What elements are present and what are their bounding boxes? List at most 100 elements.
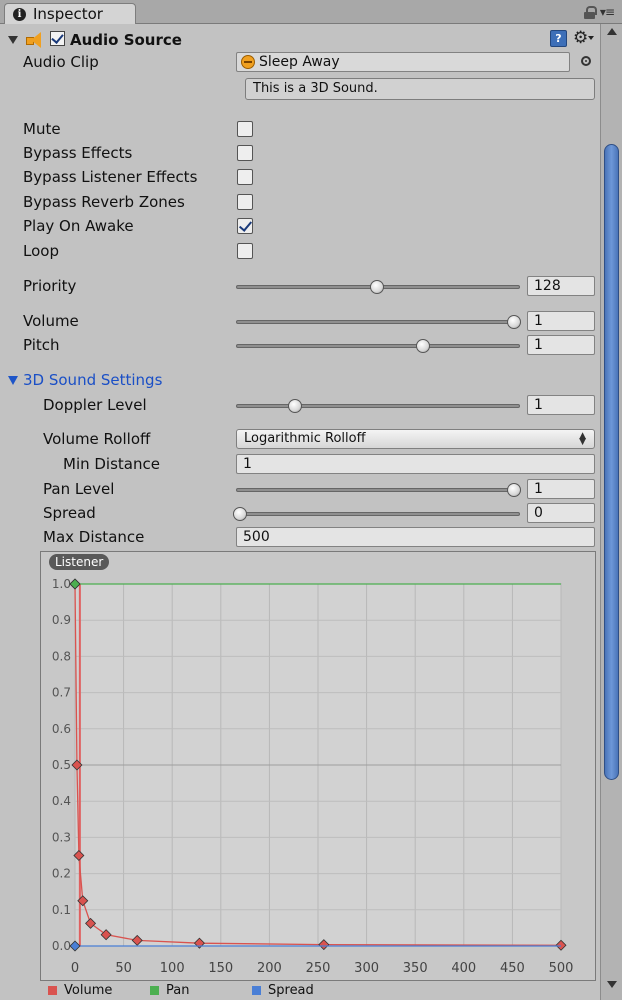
pan-level-row: Pan Level 1 [0, 478, 600, 500]
speaker-icon [26, 32, 42, 48]
y-tick-label: 0.1 [52, 903, 71, 917]
pitch-field[interactable]: 1 [527, 335, 595, 355]
toggle-checkbox[interactable] [237, 145, 253, 161]
pan-level-slider-track[interactable] [236, 488, 520, 492]
panel-menu-icon[interactable]: ▾≡ [600, 5, 615, 19]
toggle-label: Bypass Reverb Zones [23, 193, 185, 211]
y-tick-label: 0.4 [52, 794, 71, 808]
doppler-slider-thumb[interactable] [287, 399, 302, 413]
rolloff-dropdown[interactable]: Logarithmic Rolloff ▲ ▼ [236, 429, 595, 449]
audio-clip-label: Audio Clip [23, 53, 99, 71]
audio-clip-icon [241, 55, 255, 69]
legend-label: Volume [64, 983, 113, 998]
legend-label: Spread [268, 983, 314, 998]
toggle-checkbox[interactable] [237, 243, 253, 259]
volume-slider-track[interactable] [236, 320, 520, 324]
tab-bar: i Inspector ▾≡ [0, 0, 622, 24]
dropdown-arrows-icon: ▲ ▼ [579, 431, 586, 447]
y-tick-label: 0.5 [52, 758, 71, 772]
toggle-checkbox[interactable] [237, 169, 253, 185]
x-tick-label: 400 [451, 961, 476, 976]
min-distance-field[interactable]: 1 [236, 454, 595, 474]
pitch-slider-thumb[interactable] [415, 339, 430, 353]
max-distance-row: Max Distance 500 [0, 526, 600, 548]
graph-legend: Volume Pan Spread [0, 981, 600, 1000]
component-header[interactable]: Audio Source ? ⚙ [0, 28, 600, 51]
x-tick-label: 450 [500, 961, 525, 976]
gear-icon[interactable]: ⚙ [573, 28, 588, 48]
y-tick-label: 1.0 [52, 577, 71, 591]
toggle-checkbox[interactable] [237, 218, 253, 234]
sound-3d-section-header[interactable]: 3D Sound Settings [0, 369, 600, 391]
info-icon: i [13, 7, 26, 21]
rolloff-graph[interactable]: 0 50 100 150 200 250 300 350 400 450 500 0.0 0.1 0.2 0… [40, 551, 596, 981]
max-distance-field[interactable]: 500 [236, 527, 595, 547]
toggle-label: Bypass Listener Effects [23, 168, 198, 186]
help-book-icon[interactable]: ? [550, 30, 567, 47]
audio-clip-field[interactable]: Sleep Away [236, 52, 570, 72]
y-tick-label: 0.8 [52, 649, 71, 663]
toggle-label: Loop [23, 242, 59, 260]
pan-level-label: Pan Level [43, 480, 115, 498]
toggle-row: Bypass Listener Effects [0, 166, 600, 188]
spread-slider-thumb[interactable] [233, 507, 247, 521]
legend-item[interactable]: Spread [252, 983, 314, 998]
lock-icon[interactable] [583, 5, 597, 19]
legend-item[interactable]: Pan [150, 983, 189, 998]
priority-field[interactable]: 128 [527, 276, 595, 296]
y-tick-label: 0.6 [52, 722, 71, 736]
priority-row: Priority 128 [0, 275, 600, 297]
object-picker-icon[interactable] [581, 56, 591, 66]
legend-item[interactable]: Volume [48, 983, 112, 998]
volume-field[interactable]: 1 [527, 311, 595, 331]
toggle-row: Play On Awake [0, 215, 600, 237]
toggle-row: Bypass Effects [0, 142, 600, 164]
rolloff-row: Volume Rolloff Logarithmic Rolloff ▲ ▼ [0, 428, 600, 450]
pan-level-slider-thumb[interactable] [507, 483, 521, 497]
scroll-up-arrow-icon[interactable] [607, 28, 617, 35]
listener-badge: Listener [49, 554, 110, 570]
volume-slider-thumb[interactable] [507, 315, 521, 329]
component-title: Audio Source [70, 31, 182, 49]
y-tick-label: 0.7 [52, 686, 71, 700]
vertical-scrollbar[interactable] [600, 24, 622, 1000]
section-foldout-icon[interactable] [8, 376, 18, 385]
toggle-row: Bypass Reverb Zones [0, 191, 600, 213]
scroll-down-arrow-icon[interactable] [607, 981, 617, 988]
x-tick-label: 300 [354, 961, 379, 976]
doppler-label: Doppler Level [43, 396, 147, 414]
rolloff-label: Volume Rolloff [43, 430, 151, 448]
toggle-label: Play On Awake [23, 217, 134, 235]
toggle-checkbox[interactable] [237, 194, 253, 210]
legend-swatch [252, 986, 261, 995]
y-tick-label: 0.3 [52, 830, 71, 844]
spread-field[interactable]: 0 [527, 503, 595, 523]
min-distance-label: Min Distance [63, 455, 160, 473]
toggle-checkbox[interactable] [237, 121, 253, 137]
legend-swatch [150, 986, 159, 995]
toggle-label: Mute [23, 120, 61, 138]
spread-slider-track[interactable] [236, 512, 520, 516]
doppler-field[interactable]: 1 [527, 395, 595, 415]
spread-row: Spread 0 [0, 502, 600, 524]
sound-3d-section-label: 3D Sound Settings [23, 371, 163, 389]
legend-swatch [48, 986, 57, 995]
toggle-row: Mute [0, 118, 600, 140]
component-enabled-checkbox[interactable] [50, 31, 65, 46]
rolloff-graph-svg: 0 50 100 150 200 250 300 350 400 450 500 0.0 0.1 0.2 0… [52, 577, 574, 976]
pitch-slider-track[interactable] [236, 344, 520, 348]
doppler-slider-track[interactable] [236, 404, 520, 408]
scrollbar-thumb[interactable] [604, 144, 619, 780]
tab-inspector[interactable]: i Inspector [4, 3, 136, 24]
x-tick-label: 200 [257, 961, 282, 976]
foldout-arrow-icon[interactable] [8, 36, 18, 44]
legend-label: Pan [166, 983, 190, 998]
pan-level-field[interactable]: 1 [527, 479, 595, 499]
rolloff-value: Logarithmic Rolloff [244, 431, 366, 446]
x-tick-label: 350 [403, 961, 428, 976]
x-tick-label: 50 [115, 961, 132, 976]
x-tick-label: 0 [71, 961, 79, 976]
priority-slider-thumb[interactable] [370, 280, 384, 294]
x-tick-label: 500 [549, 961, 574, 976]
volume-label: Volume [23, 312, 79, 330]
